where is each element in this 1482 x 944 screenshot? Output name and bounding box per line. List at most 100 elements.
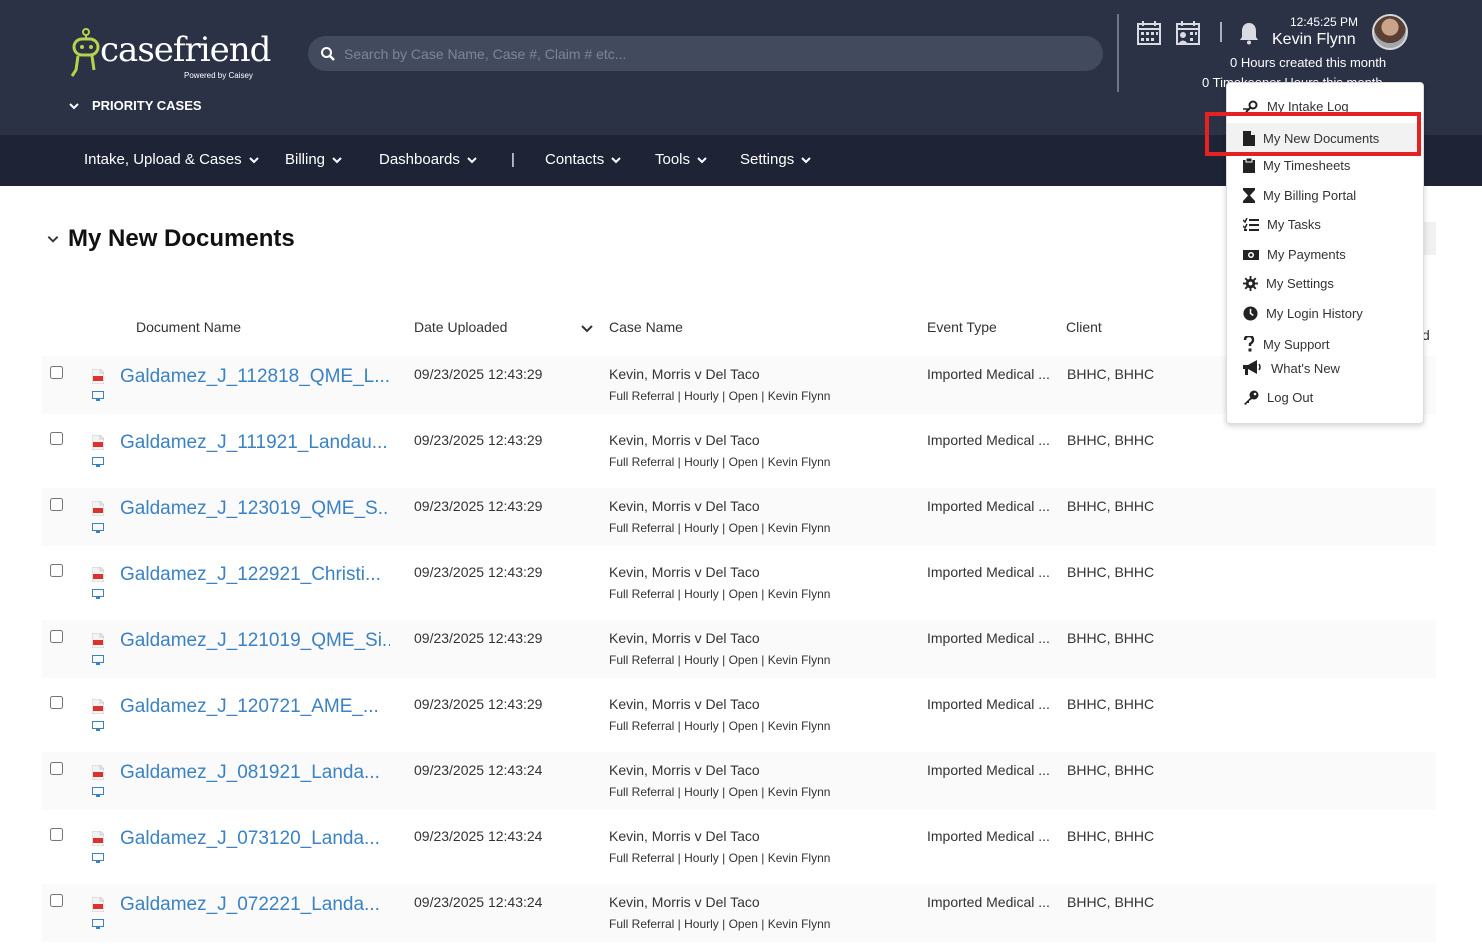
clock-icon bbox=[1243, 306, 1258, 321]
document-link[interactable]: Galdamez_J_072221_Landa... bbox=[120, 894, 390, 916]
sort-descending-icon[interactable] bbox=[580, 321, 594, 335]
row-checkbox[interactable] bbox=[50, 696, 63, 709]
nav-contacts[interactable]: Contacts bbox=[545, 151, 622, 168]
icon-divider bbox=[1220, 22, 1222, 42]
document-link[interactable]: Galdamez_J_122921_Christi... bbox=[120, 564, 390, 586]
row-checkbox[interactable] bbox=[50, 630, 63, 643]
client: BHHC, BHHC bbox=[1067, 564, 1155, 580]
row-checkbox[interactable] bbox=[50, 564, 63, 577]
pdf-icon bbox=[92, 765, 104, 780]
menu-my-tasks[interactable]: My Tasks bbox=[1243, 217, 1321, 232]
pdf-icon bbox=[92, 633, 104, 648]
menu-my-payments[interactable]: My Payments bbox=[1243, 247, 1346, 262]
case-name[interactable]: Kevin, Morris v Del Taco bbox=[609, 894, 760, 910]
event-type: Imported Medical ... bbox=[927, 630, 1050, 646]
page-title: My New Documents bbox=[68, 225, 295, 252]
col-document-name[interactable]: Document Name bbox=[136, 319, 241, 335]
table-row: Galdamez_J_073120_Landa... 09/23/2025 12:… bbox=[42, 818, 1436, 876]
client: BHHC, BHHC bbox=[1067, 894, 1155, 910]
case-details: Full Referral | Hourly | Open | Kevin Fl… bbox=[609, 653, 831, 667]
user-name[interactable]: Kevin Flynn bbox=[1272, 31, 1356, 49]
row-checkbox[interactable] bbox=[50, 828, 63, 841]
case-details: Full Referral | Hourly | Open | Kevin Fl… bbox=[609, 587, 831, 601]
document-link[interactable]: Galdamez_J_111921_Landau... bbox=[120, 432, 390, 454]
date-uploaded: 09/23/2025 12:43:29 bbox=[414, 696, 543, 712]
case-name[interactable]: Kevin, Morris v Del Taco bbox=[609, 564, 760, 580]
event-type: Imported Medical ... bbox=[927, 696, 1050, 712]
client: BHHC, BHHC bbox=[1067, 828, 1155, 844]
nav-dashboards[interactable]: Dashboards bbox=[379, 151, 478, 168]
col-case-name[interactable]: Case Name bbox=[609, 319, 683, 335]
monitor-icon[interactable] bbox=[92, 391, 104, 401]
avatar[interactable] bbox=[1372, 14, 1408, 50]
monitor-icon[interactable] bbox=[92, 787, 104, 797]
date-uploaded: 09/23/2025 12:43:24 bbox=[414, 828, 543, 844]
row-checkbox[interactable] bbox=[50, 894, 63, 907]
event-type: Imported Medical ... bbox=[927, 366, 1050, 382]
monitor-icon[interactable] bbox=[92, 589, 104, 599]
pdf-icon bbox=[92, 699, 104, 714]
table-row: Galdamez_J_072221_Landa... 09/23/2025 12:… bbox=[42, 884, 1436, 942]
search-input[interactable] bbox=[344, 45, 1084, 62]
menu-my-support[interactable]: My Support bbox=[1243, 336, 1329, 352]
case-name[interactable]: Kevin, Morris v Del Taco bbox=[609, 366, 760, 382]
chevron-down-icon bbox=[248, 156, 259, 163]
menu-my-billing-portal[interactable]: My Billing Portal bbox=[1243, 188, 1356, 203]
document-link[interactable]: Galdamez_J_120721_AME_... bbox=[120, 696, 390, 718]
col-event-type[interactable]: Event Type bbox=[927, 319, 997, 335]
case-name[interactable]: Kevin, Morris v Del Taco bbox=[609, 432, 760, 448]
event-type: Imported Medical ... bbox=[927, 828, 1050, 844]
table-row: Galdamez_J_120721_AME_... 09/23/2025 12:4… bbox=[42, 686, 1436, 744]
monitor-icon[interactable] bbox=[92, 523, 104, 533]
chevron-down-icon bbox=[611, 156, 621, 163]
case-name[interactable]: Kevin, Morris v Del Taco bbox=[609, 828, 760, 844]
casefriend-logo[interactable]: casefriend Powered by Caisey bbox=[68, 26, 271, 82]
nav-label: Dashboards bbox=[379, 151, 460, 168]
pdf-icon bbox=[92, 369, 104, 384]
row-checkbox[interactable] bbox=[50, 366, 63, 379]
search-bar[interactable] bbox=[308, 36, 1103, 71]
row-checkbox[interactable] bbox=[50, 432, 63, 445]
menu-log-out[interactable]: Log Out bbox=[1243, 390, 1313, 405]
bell-icon[interactable] bbox=[1236, 20, 1262, 46]
document-link[interactable]: Galdamez_J_112818_QME_L... bbox=[120, 366, 390, 388]
monitor-icon[interactable] bbox=[92, 655, 104, 665]
nav-tools[interactable]: Tools bbox=[655, 151, 708, 168]
monitor-icon[interactable] bbox=[92, 919, 104, 929]
nav-label: Settings bbox=[740, 151, 795, 168]
case-details: Full Referral | Hourly | Open | Kevin Fl… bbox=[609, 521, 831, 535]
case-name[interactable]: Kevin, Morris v Del Taco bbox=[609, 630, 760, 646]
monitor-icon[interactable] bbox=[92, 457, 104, 467]
event-type: Imported Medical ... bbox=[927, 894, 1050, 910]
page-title-toggle[interactable]: My New Documents bbox=[46, 225, 295, 253]
menu-label: My Support bbox=[1263, 336, 1330, 352]
col-client[interactable]: Client bbox=[1066, 319, 1102, 335]
nav-intake-upload-cases[interactable]: Intake, Upload & Cases bbox=[84, 151, 260, 168]
case-name[interactable]: Kevin, Morris v Del Taco bbox=[609, 762, 760, 778]
date-uploaded: 09/23/2025 12:43:29 bbox=[414, 366, 543, 382]
document-link[interactable]: Galdamez_J_081921_Landa... bbox=[120, 762, 390, 784]
menu-my-login-history[interactable]: My Login History bbox=[1243, 306, 1363, 321]
megaphone-icon bbox=[1243, 360, 1261, 375]
pdf-icon bbox=[92, 567, 104, 582]
document-link[interactable]: Galdamez_J_123019_QME_S... bbox=[120, 498, 390, 520]
row-checkbox[interactable] bbox=[50, 762, 63, 775]
priority-cases-toggle[interactable]: PRIORITY CASES bbox=[68, 98, 202, 113]
row-checkbox[interactable] bbox=[50, 498, 63, 511]
monitor-icon[interactable] bbox=[92, 853, 104, 863]
case-name[interactable]: Kevin, Morris v Del Taco bbox=[609, 696, 760, 712]
document-link[interactable]: Galdamez_J_121019_QME_Si... bbox=[120, 630, 390, 652]
menu-label: My Billing Portal bbox=[1263, 188, 1357, 203]
case-name[interactable]: Kevin, Morris v Del Taco bbox=[609, 498, 760, 514]
menu-whats-new[interactable]: What's New bbox=[1243, 360, 1340, 376]
calendar-user-icon[interactable] bbox=[1175, 20, 1201, 46]
menu-label: My Login History bbox=[1266, 306, 1363, 321]
menu-my-settings[interactable]: My Settings bbox=[1243, 276, 1334, 291]
monitor-icon[interactable] bbox=[92, 721, 104, 731]
calendar-grid-icon[interactable] bbox=[1136, 20, 1162, 46]
nav-billing[interactable]: Billing bbox=[285, 151, 343, 168]
menu-my-timesheets[interactable]: My Timesheets bbox=[1243, 158, 1350, 173]
col-date-uploaded[interactable]: Date Uploaded bbox=[414, 319, 507, 335]
nav-settings[interactable]: Settings bbox=[740, 151, 812, 168]
document-link[interactable]: Galdamez_J_073120_Landa... bbox=[120, 828, 390, 850]
